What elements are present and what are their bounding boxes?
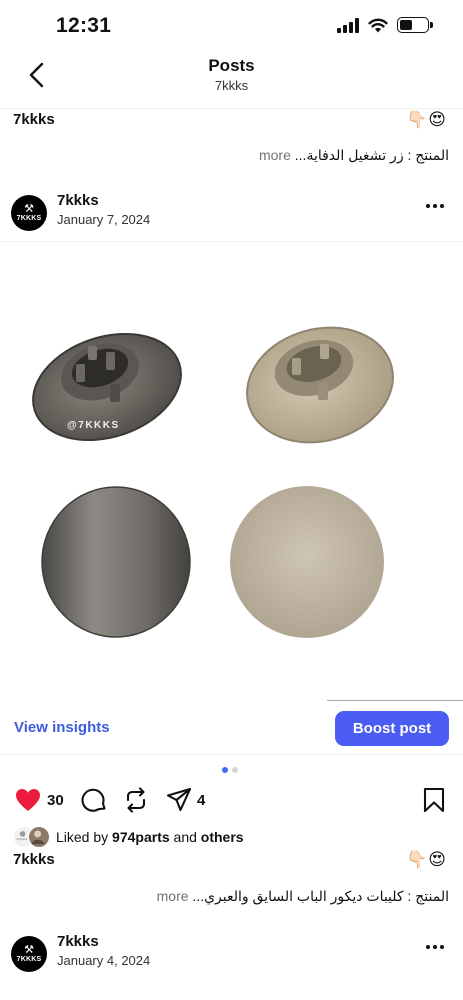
more-options-icon[interactable]	[426, 201, 446, 211]
prev-post-caption-text: المنتج : زر تشغيل الدفاية...	[294, 147, 449, 163]
page-subtitle: 7kkks	[214, 78, 249, 93]
carousel-indicator	[222, 767, 238, 773]
carousel-dot	[232, 767, 238, 773]
post-image[interactable]: @7KKKS	[0, 241, 463, 702]
beige-clip-front	[230, 486, 384, 638]
dark-clip-front	[41, 486, 191, 638]
post-caption-emojis: 👇🏻😍	[406, 850, 447, 869]
boost-post-button[interactable]: Boost post	[335, 711, 449, 746]
tools-icon: ⚒	[24, 943, 34, 956]
post-caption[interactable]: المنتج : كليبات ديكور الباب السايق والعب…	[157, 888, 449, 905]
post-actions: 30 4	[0, 786, 463, 816]
status-icons	[337, 17, 433, 33]
product-photo: @7KKKS	[32, 326, 394, 638]
prev-post-username[interactable]: 7kkks	[13, 111, 55, 128]
cellular-signal-icon	[337, 17, 359, 33]
next-author-avatar[interactable]: ⚒ 7KKKS	[11, 936, 47, 972]
liked-by-avatars: 974parts	[13, 826, 53, 848]
post-caption-more-link[interactable]: more	[157, 888, 189, 904]
header-divider	[0, 108, 463, 109]
nav-header: Posts 7kkks	[0, 52, 463, 108]
liked-by-user[interactable]: 974parts	[112, 829, 170, 845]
author-avatar[interactable]: ⚒ 7KKKS	[11, 195, 47, 231]
tools-icon: ⚒	[24, 202, 34, 215]
post-caption-text: المنتج : كليبات ديكور الباب السايق والعب…	[192, 888, 449, 904]
next-avatar-label: 7KKKS	[16, 955, 42, 963]
dark-clip-back: @7KKKS	[32, 332, 182, 442]
next-more-options-icon[interactable]	[426, 942, 446, 952]
likes-count[interactable]: 30	[47, 792, 64, 809]
post-author[interactable]: 7kkks	[57, 192, 99, 209]
status-bar: 12:31	[0, 0, 463, 52]
wifi-icon	[368, 18, 388, 32]
status-time: 12:31	[56, 14, 112, 37]
svg-text:974parts: 974parts	[17, 837, 28, 841]
prev-post-emojis: 👇🏻😍	[406, 110, 447, 129]
post-caption-username[interactable]: 7kkks	[13, 851, 55, 868]
shares-count[interactable]: 4	[197, 792, 205, 809]
image-bottom-line	[327, 700, 463, 701]
avatar-label: 7KKKS	[16, 214, 42, 222]
heart-icon[interactable]	[14, 786, 42, 814]
bookmark-icon[interactable]	[420, 786, 448, 814]
send-icon[interactable]	[165, 786, 193, 814]
liker-avatar-other	[28, 826, 50, 848]
next-post-author[interactable]: 7kkks	[57, 933, 99, 950]
carousel-dot-active	[222, 767, 228, 773]
battery-icon	[397, 17, 433, 33]
image-watermark: @7KKKS	[67, 420, 120, 431]
repost-icon[interactable]	[122, 786, 150, 814]
prev-post-more-link[interactable]: more	[259, 147, 291, 163]
next-post-date: January 4, 2024	[57, 953, 151, 968]
page-title: Posts	[208, 56, 255, 75]
prev-post-caption[interactable]: المنتج : زر تشغيل الدفاية... more	[259, 147, 449, 164]
next-post-header: ⚒ 7KKKS 7kkks January 4, 2024	[0, 933, 463, 986]
liked-by-text: Liked by 974parts and others	[56, 829, 244, 845]
view-insights-link[interactable]: View insights	[14, 719, 110, 736]
liked-by-others[interactable]: others	[201, 829, 244, 845]
comment-icon[interactable]	[80, 786, 108, 814]
post-header: ⚒ 7KKKS 7kkks January 7, 2024	[0, 192, 463, 245]
actions-divider	[0, 754, 463, 755]
post-date: January 7, 2024	[57, 212, 151, 227]
beige-clip-back	[246, 326, 394, 444]
